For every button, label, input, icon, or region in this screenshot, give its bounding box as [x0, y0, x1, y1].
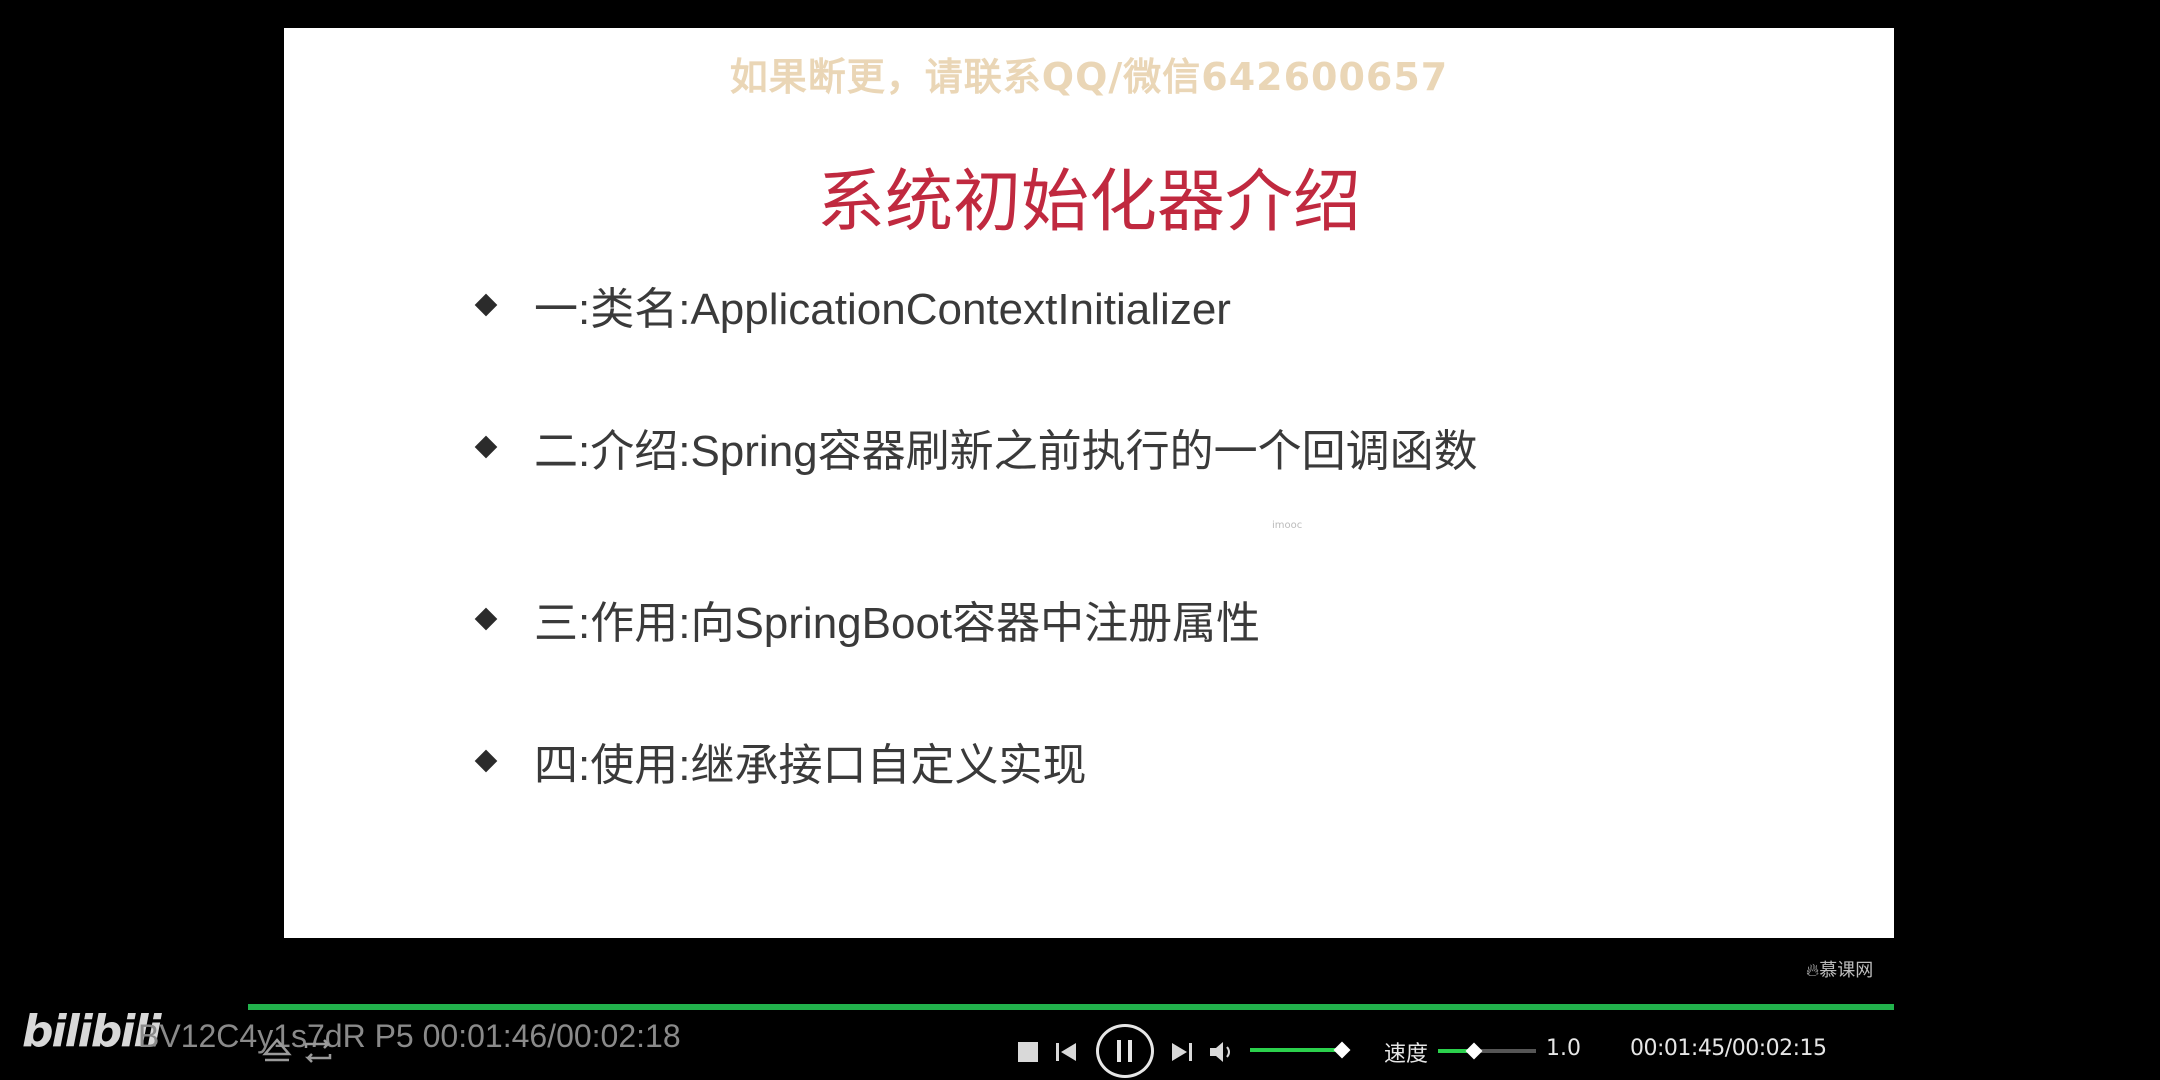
presentation-slide: 如果断更，请联系QQ/微信642600657 系统初始化器介绍 一:类名:App… [284, 28, 1894, 938]
bullet-item: 一:类名:ApplicationContextInitializer [474, 270, 1231, 340]
volume-button[interactable] [1206, 1034, 1236, 1070]
flame-icon: 🔥︎ [1806, 960, 1820, 981]
previous-button[interactable] [1052, 1034, 1082, 1070]
stop-icon [1018, 1042, 1038, 1062]
eject-icon[interactable] [262, 1036, 292, 1066]
speed-slider-handle[interactable] [1465, 1042, 1483, 1060]
speed-label: 速度 [1384, 1042, 1429, 1067]
next-button[interactable] [1166, 1034, 1196, 1070]
progress-bar[interactable] [248, 1004, 1894, 1010]
skip-next-icon [1172, 1043, 1192, 1061]
bullet-text: 三:作用:向SpringBoot容器中注册属性 [534, 599, 1261, 648]
pause-button[interactable] [1096, 1024, 1154, 1078]
imooc-small-logo: imooc [1272, 520, 1303, 531]
slide-title: 系统初始化器介绍 [816, 163, 1361, 242]
bullet-item: 三:作用:向SpringBoot容器中注册属性 [474, 584, 1260, 654]
bullet-text: 二:介绍:Spring容器刷新之前执行的一个回调函数 [534, 427, 1478, 476]
bullet-diamond-icon [474, 607, 498, 631]
volume-slider[interactable] [1250, 1048, 1342, 1052]
pause-icon [1117, 1040, 1132, 1062]
bullet-diamond-icon [474, 293, 498, 317]
watermark-text: 如果断更，请联系QQ/微信642600657 [729, 55, 1449, 99]
bullet-item: 四:使用:继承接口自定义实现 [474, 726, 1086, 796]
mooc-logo: 🔥︎慕课网 [1806, 956, 1873, 982]
time-display: 00:01:45/00:02:15 [1630, 1036, 1827, 1061]
bullet-text: 一:类名:ApplicationContextInitializer [534, 285, 1231, 334]
bullet-text: 四:使用:继承接口自定义实现 [534, 741, 1087, 790]
volume-slider-handle[interactable] [1333, 1041, 1351, 1059]
repeat-icon[interactable] [300, 1036, 336, 1066]
mooc-logo-text: 慕课网 [1819, 960, 1874, 981]
bullet-item: 二:介绍:Spring容器刷新之前执行的一个回调函数 [474, 412, 1478, 482]
skip-previous-icon [1056, 1043, 1076, 1061]
video-info-text: BV12C4y1s7dR P5 00:01:46/00:02:18 [138, 1018, 681, 1054]
speaker-icon [1210, 1042, 1230, 1062]
bullet-diamond-icon [474, 749, 498, 773]
speed-value: 1.0 [1546, 1036, 1581, 1061]
bullet-diamond-icon [474, 435, 498, 459]
stop-button[interactable] [1016, 1034, 1040, 1070]
